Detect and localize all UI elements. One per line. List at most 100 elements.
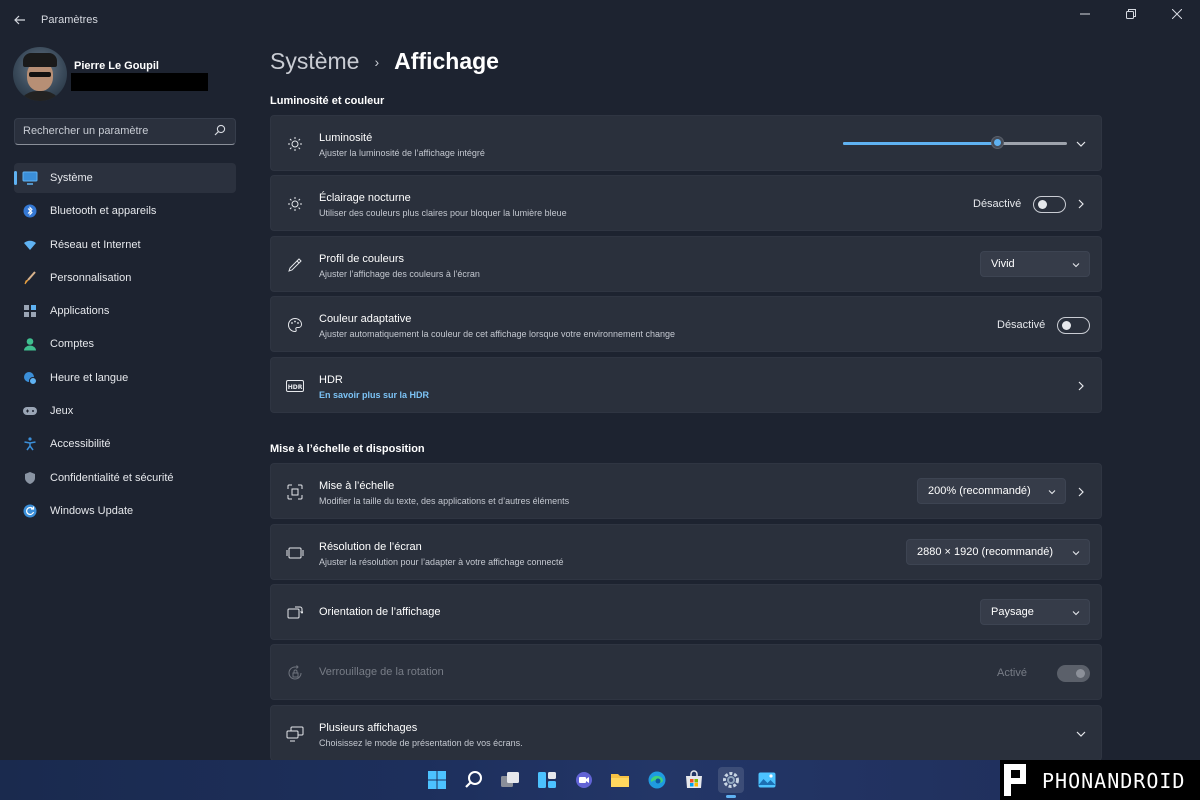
search-input[interactable]: Rechercher un paramètre [14,118,236,145]
sidebar-item-jeux[interactable]: Jeux [14,396,236,426]
resolution-title: Résolution de l’écran [319,541,422,553]
sidebar-item-windows-update[interactable]: Windows Update [14,496,236,526]
watermark-text: PHONANDROID [1042,769,1186,793]
back-button[interactable] [8,8,32,32]
rotation-lock-state: Activé [997,667,1027,679]
restore-button[interactable] [1108,0,1154,28]
chevron-down-icon [1072,611,1080,616]
dropdown-value: 2880 × 1920 (recommandé) [917,546,1054,558]
slider-thumb[interactable] [991,136,1005,149]
sidebar-item-applications[interactable]: Applications [14,296,236,326]
chevron-right-icon[interactable] [1075,380,1087,392]
color-profile-dropdown[interactable]: Vivid [980,251,1090,277]
sidebar-item-systeme[interactable]: Système [14,163,236,193]
sidebar-item-reseau[interactable]: Réseau et Internet [14,230,236,260]
search-icon[interactable] [461,767,487,793]
task-view-icon[interactable] [497,767,523,793]
photos-icon[interactable] [754,767,780,793]
adaptive-color-state: Désactivé [997,319,1046,331]
resolution-card: Résolution de l’écran Ajuster la résolut… [270,524,1102,580]
color-profile-title: Profil de couleurs [319,253,404,265]
orientation-dropdown[interactable]: Paysage [980,599,1090,625]
sidebar-item-label: Réseau et Internet [50,238,141,251]
sun-icon [286,135,304,153]
adaptive-color-subtitle: Ajuster automatiquement la couleur de ce… [319,329,676,339]
widgets-icon[interactable] [534,767,560,793]
dropdown-value: 200% (recommandé) [928,485,1031,497]
brightness-slider[interactable] [843,136,1067,149]
restore-icon [1126,9,1136,19]
sidebar-item-label: Heure et langue [50,371,129,384]
adaptive-color-toggle[interactable] [1057,317,1090,334]
sidebar-item-label: Comptes [50,338,95,351]
dropdown-value: Paysage [991,606,1034,618]
phonandroid-logo [1004,764,1026,796]
taskbar-icons [424,767,791,798]
sidebar-item-label: Confidentialité et sécurité [50,471,174,484]
minimize-icon [1080,13,1090,15]
color-profile-subtitle: Ajuster l’affichage des couleurs à l’écr… [319,269,480,279]
brush-icon [22,270,38,286]
breadcrumb-parent[interactable]: Système [270,48,359,75]
orientation-icon [286,604,304,622]
gamepad-icon [22,403,38,419]
multiple-displays-subtitle: Choisissez le mode de présentation de vo… [319,738,523,748]
windows-start-icon[interactable] [424,767,450,793]
sidebar-item-bluetooth[interactable]: Bluetooth et appareils [14,196,236,226]
shield-icon [22,470,38,486]
scale-card[interactable]: Mise à l’échelle Modifier la taille du t… [270,463,1102,519]
user-profile[interactable]: Pierre Le Goupil [13,47,208,101]
chevron-down-icon[interactable] [1075,728,1087,740]
rotation-lock-toggle [1057,665,1090,682]
chevron-down-icon[interactable] [1075,138,1087,150]
hdr-card[interactable]: HDR HDR En savoir plus sur la HDR [270,357,1102,413]
multiple-displays-card[interactable]: Plusieurs affichages Choisissez le mode … [270,705,1102,761]
app-title: Paramètres [41,14,98,26]
sun-moon-icon [286,195,304,213]
profile-email-redacted [71,73,208,91]
night-light-state: Désactivé [973,198,1022,210]
sidebar-item-heure-langue[interactable]: Heure et langue [14,363,236,393]
orientation-title: Orientation de l’affichage [319,606,441,618]
close-button[interactable] [1154,0,1200,28]
sidebar-item-comptes[interactable]: Comptes [14,329,236,359]
sidebar-item-confidentialite[interactable]: Confidentialité et sécurité [14,463,236,493]
adaptive-color-title: Couleur adaptative [319,313,412,325]
sidebar-item-accessibilite[interactable]: Accessibilité [14,429,236,459]
slider-fill [843,142,998,145]
sidebar-item-personnalisation[interactable]: Personnalisation [14,263,236,293]
hdr-learn-more-link[interactable]: En savoir plus sur la HDR [319,390,429,400]
night-light-toggle[interactable] [1033,196,1066,213]
apps-icon [22,303,38,319]
night-light-subtitle: Utiliser des couleurs plus claires pour … [319,208,567,218]
sidebar-item-label: Accessibilité [50,438,111,451]
resolution-subtitle: Ajuster la résolution pour l’adapter à v… [319,557,564,567]
breadcrumb-separator: › [374,53,380,70]
sidebar-item-label: Jeux [50,405,74,418]
chevron-right-icon[interactable] [1075,486,1087,498]
resolution-dropdown[interactable]: 2880 × 1920 (recommandé) [906,539,1090,565]
file-explorer-icon[interactable] [607,767,633,793]
scale-dropdown[interactable]: 200% (recommandé) [917,478,1066,504]
search-icon [214,124,226,136]
chat-icon[interactable] [571,767,597,793]
adaptive-color-card: Couleur adaptative Ajuster automatiqueme… [270,296,1102,352]
hdr-icon-text: HDR [288,384,303,391]
person-icon [22,336,38,352]
page-title: Affichage [394,48,499,74]
back-arrow-icon [14,15,25,25]
settings-icon[interactable] [717,767,744,798]
windows-update-icon [22,503,38,519]
night-light-card[interactable]: Éclairage nocturne Utiliser des couleurs… [270,175,1102,231]
scale-title: Mise à l’échelle [319,480,395,492]
minimize-button[interactable] [1062,0,1108,28]
chevron-right-icon[interactable] [1075,198,1087,210]
hdr-title: HDR [319,374,343,386]
phonandroid-watermark: PHONANDROID [1000,760,1200,800]
brightness-subtitle: Ajuster la luminosité de l’affichage int… [319,148,485,158]
close-icon [1172,9,1182,19]
multiple-displays-title: Plusieurs affichages [319,722,418,734]
store-icon[interactable] [681,767,707,793]
chevron-down-icon [1048,490,1056,495]
edge-icon[interactable] [644,767,670,793]
